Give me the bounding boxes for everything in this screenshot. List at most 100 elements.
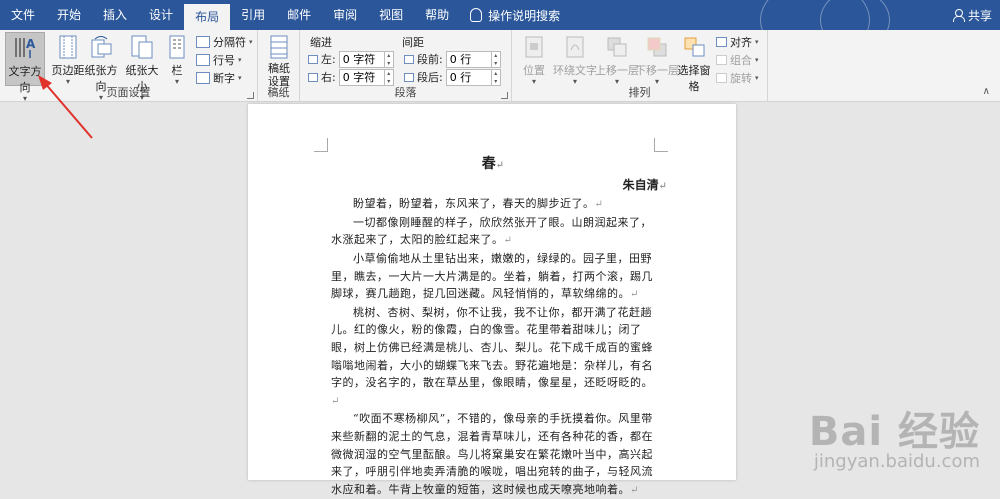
watermark-brand: Bai 经验 <box>808 409 980 455</box>
spinner-icon[interactable]: ▴ ▾ <box>491 68 501 86</box>
tell-me-label: 操作说明搜索 <box>488 8 561 23</box>
document-body: 春↵ 朱自清↵ 盼望着，盼望着，东风来了，春天的脚步近了。↵ 一切都像刚睡醒的样… <box>331 156 667 499</box>
tab-home[interactable]: 开始 <box>46 0 92 30</box>
margins-icon <box>56 34 80 60</box>
chevron-down-icon: ▾ <box>755 38 759 46</box>
indent-left-input[interactable] <box>338 50 385 68</box>
text-direction-icon: A <box>13 35 37 61</box>
wrap-text-label: 环绕文字 <box>553 64 597 77</box>
dialog-launcher-icon[interactable] <box>501 92 508 99</box>
paragraph: 桃树、杏树、梨树，你不让我，我不让你，都开满了花赶趟儿。红的像火，粉的像霞，白的… <box>331 305 653 407</box>
align-button[interactable]: 对齐 ▾ <box>716 33 759 51</box>
orientation-button[interactable]: 纸张方向 ▾ <box>80 32 122 102</box>
crop-mark-top-left <box>314 138 328 152</box>
spacing-before-label: 段前: <box>417 53 443 66</box>
send-backward-icon <box>645 34 669 60</box>
wrap-text-button[interactable]: 环绕文字 ▾ <box>552 32 598 86</box>
text-direction-button[interactable]: A 文字方向 ▾ <box>5 32 45 103</box>
chevron-down-icon: ▾ <box>755 56 759 64</box>
spacing-after-label: 段后: <box>417 71 443 84</box>
line-numbers-icon <box>196 54 210 66</box>
tab-file[interactable]: 文件 <box>0 0 46 30</box>
size-button[interactable]: 纸张大小 ▾ <box>121 32 163 102</box>
indent-left-label: 左: <box>321 53 336 66</box>
chevron-down-icon: ▾ <box>238 74 242 82</box>
align-icon <box>716 37 727 47</box>
spinner-icon[interactable]: ▴ ▾ <box>384 50 394 68</box>
selection-pane-button[interactable]: 选择窗格 <box>674 32 714 93</box>
tell-me-search[interactable]: 操作说明搜索 <box>460 0 560 30</box>
paragraph-group-label: 段落 <box>394 86 417 99</box>
orientation-icon <box>89 34 113 60</box>
paragraph-text: 桃树、杏树、梨树，你不让我，我不让你，都开满了花赶趟儿。红的像火，粉的像霞，白的… <box>331 305 653 390</box>
tab-view[interactable]: 视图 <box>368 0 414 30</box>
tab-layout[interactable]: 布局 <box>184 4 231 30</box>
dialog-launcher-icon[interactable] <box>247 92 254 99</box>
breaks-label: 分隔符 <box>213 36 246 49</box>
group-label: 组合 <box>730 54 752 67</box>
selection-pane-icon <box>682 34 706 60</box>
manuscript-group: 稿纸设置 稿纸 <box>258 30 300 102</box>
tab-review[interactable]: 审阅 <box>322 0 368 30</box>
lightbulb-icon <box>470 8 483 22</box>
manuscript-group-label: 稿纸 <box>267 86 290 99</box>
person-icon <box>952 9 965 22</box>
paragraph-text: 小草偷偷地从土里钻出来，嫩嫩的，绿绿的。园子里，田野里，瞧去，一大片一大片满是的… <box>331 251 653 301</box>
spacing-before-input[interactable] <box>445 50 492 68</box>
indent-right-input[interactable] <box>338 68 385 86</box>
tab-mailings[interactable]: 邮件 <box>276 0 322 30</box>
columns-button[interactable]: 栏 ▾ <box>162 32 192 86</box>
spacing-before-icon <box>404 54 414 64</box>
share-button[interactable]: 共享 <box>952 0 992 30</box>
spacing-after-input[interactable] <box>445 68 492 86</box>
breaks-button[interactable]: 分隔符 ▾ <box>196 33 253 51</box>
author-text: 朱自清 <box>622 177 659 192</box>
document-author: 朱自清↵ <box>622 177 667 192</box>
align-label: 对齐 <box>730 36 752 49</box>
columns-label: 栏 <box>171 64 183 77</box>
chevron-down-icon: ▾ <box>755 74 759 82</box>
arrange-group: 位置 ▾ 环绕文字 ▾ 上移一层 ▾ 下移一层 ▾ 选择窗格 对齐 ▾ 组合 ▾… <box>512 30 768 102</box>
group-icon <box>716 55 727 65</box>
svg-text:A: A <box>26 37 36 51</box>
paragraph-text: 一切都像刚睡醒的样子，欣欣然张开了眼。山朗润起来了，水涨起来了，太阳的脸红起来了… <box>331 215 652 247</box>
baidu-jingyan-watermark: Bai 经验 jingyan.baidu.com <box>809 399 980 472</box>
indent-heading: 缩进 <box>310 36 332 49</box>
bring-forward-icon <box>605 34 629 60</box>
hyphenation-icon <box>196 72 210 84</box>
wrap-text-icon <box>563 34 587 60</box>
position-button[interactable]: 位置 ▾ <box>516 32 552 86</box>
spinner-icon[interactable]: ▴ ▾ <box>491 50 501 68</box>
indent-left-row: 左: ▴▾ <box>308 50 394 68</box>
position-icon <box>522 34 546 60</box>
ribbon: A 文字方向 ▾ 页边距 ▾ 纸张方向 ▾ 纸张大小 ▾ 栏 ▾ 分隔符 ▾ 行… <box>0 30 1000 103</box>
ribbon-tab-bar: 文件 开始 插入 设计 布局 引用 邮件 审阅 视图 帮助 操作说明搜索 共享 <box>0 0 1000 60</box>
spacing-heading: 间距 <box>402 36 424 49</box>
tab-references[interactable]: 引用 <box>230 0 276 30</box>
manuscript-settings-button[interactable]: 稿纸设置 <box>259 32 299 88</box>
document-title: 春↵ <box>481 156 505 172</box>
indent-right-label: 右: <box>321 71 336 84</box>
spinner-icon[interactable]: ▴ ▾ <box>384 68 394 86</box>
chevron-down-icon: ▾ <box>249 38 253 46</box>
tab-insert[interactable]: 插入 <box>92 0 138 30</box>
line-numbers-label: 行号 <box>213 54 235 67</box>
paragraph-group: 缩进 间距 左: ▴▾ 右: ▴▾ 段前: ▴▾ 段后: ▴▾ 段落 <box>300 30 512 102</box>
line-numbers-button[interactable]: 行号 ▾ <box>196 51 242 69</box>
spacing-before-row: 段前: ▴▾ <box>404 50 501 68</box>
paragraph-text: 盼望着，盼望着，东风来了，春天的脚步近了。 <box>353 197 595 211</box>
paragraph: 小草偷偷地从土里钻出来，嫩嫩的，绿绿的。园子里，田野里，瞧去，一大片一大片满是的… <box>331 251 653 301</box>
document-page[interactable]: 春↵ 朱自清↵ 盼望着，盼望着，东风来了，春天的脚步近了。↵ 一切都像刚睡醒的样… <box>248 104 736 496</box>
columns-icon <box>165 34 189 60</box>
group-objects-button[interactable]: 组合 ▾ <box>716 51 759 69</box>
chevron-down-icon: ▾ <box>238 56 242 64</box>
crop-mark-top-right <box>654 138 668 152</box>
arrange-group-label: 排列 <box>628 86 651 99</box>
paragraph: 盼望着，盼望着，东风来了，春天的脚步近了。↵ <box>353 197 604 211</box>
tab-help[interactable]: 帮助 <box>414 0 460 30</box>
watermark-url: jingyan.baidu.com <box>813 451 980 472</box>
collapse-ribbon-icon[interactable]: ∧ <box>983 86 990 97</box>
paper-size-icon <box>130 34 154 60</box>
tab-design[interactable]: 设计 <box>138 0 184 30</box>
breaks-icon <box>196 36 210 48</box>
